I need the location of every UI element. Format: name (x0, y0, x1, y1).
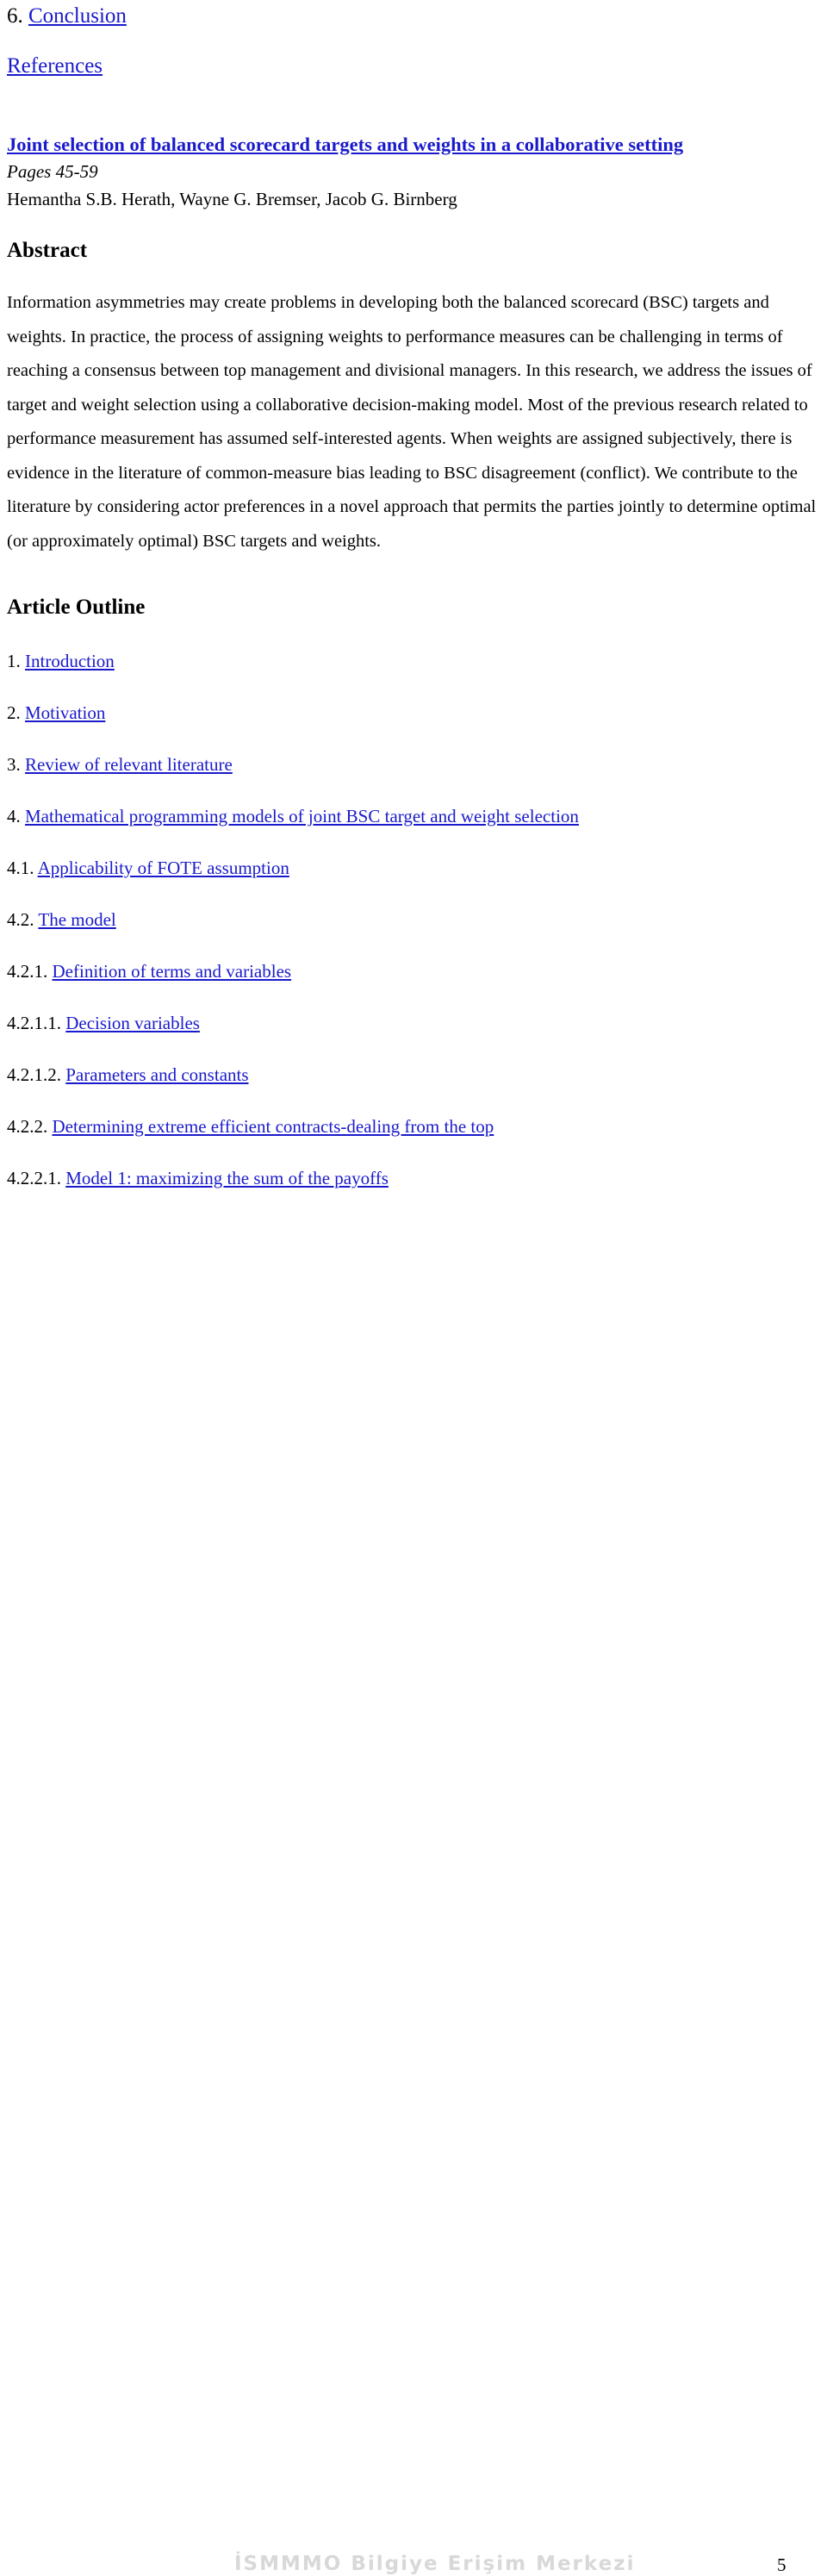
outline-item-label[interactable]: Applicability of FOTE assumption (38, 858, 289, 878)
abstract-text: Information asymmetries may create probl… (7, 293, 817, 551)
article-outline-heading: Article Outline (7, 596, 146, 619)
article-pages: Pages 45-59 (7, 161, 98, 182)
outline-item[interactable]: 4.2.1.2. Parameters and constants (7, 1063, 820, 1086)
outline-item-number: 3. (7, 754, 21, 775)
toc-entry-references[interactable]: References (7, 29, 820, 79)
article-authors: Hemantha S.B. Herath, Wayne G. Bremser, … (7, 189, 457, 209)
outline-item-number: 4.2.2.1. (7, 1168, 61, 1188)
toc-entry-label[interactable]: References (7, 54, 103, 78)
outline-item[interactable]: 3. Review of relevant literature (7, 753, 820, 776)
outline-item[interactable]: 4.2.1.1. Decision variables (7, 1012, 820, 1034)
outline-item-label[interactable]: Determining extreme efficient contracts-… (53, 1116, 494, 1137)
abstract-heading: Abstract (7, 239, 88, 262)
outline-item-number: 1. (7, 651, 21, 671)
outline-item-label[interactable]: Model 1: maximizing the sum of the payof… (65, 1168, 389, 1188)
outline-item[interactable]: 4.2.2. Determining extreme efficient con… (7, 1115, 820, 1138)
outline-item[interactable]: 4. Mathematical programming models of jo… (7, 805, 820, 827)
outline-item-label[interactable]: The model (38, 909, 115, 930)
outline-item-label[interactable]: Parameters and constants (65, 1064, 248, 1085)
outline-item-number: 2. (7, 702, 21, 723)
outline-item-label[interactable]: Mathematical programming models of joint… (25, 806, 579, 826)
outline-item[interactable]: 4.2. The model (7, 908, 820, 931)
outline-item-number: 4.2.1. (7, 961, 48, 982)
outline-item-number: 4.2. (7, 909, 34, 930)
document-page: 6. Conclusion References Joint selection… (0, 0, 827, 2575)
outline-item-label[interactable]: Review of relevant literature (25, 754, 233, 775)
page-content: 6. Conclusion References Joint selection… (7, 0, 820, 1189)
outline-item[interactable]: 1. Introduction (7, 650, 820, 672)
outline-item-number: 4.2.1.2. (7, 1064, 61, 1085)
outline-item-number: 4.1. (7, 858, 34, 878)
article-title[interactable]: Joint selection of balanced scorecard ta… (7, 133, 820, 157)
outline-item-number: 4.2.1.1. (7, 1013, 61, 1033)
outline-item-label[interactable]: Motivation (25, 702, 105, 723)
outline-item-number: 4. (7, 806, 21, 826)
article-title-link[interactable]: Joint selection of balanced scorecard ta… (7, 134, 683, 155)
page-footer: İSMMMO Bilgiye Erişim Merkezi 5 (0, 1274, 827, 2575)
outline-item[interactable]: 2. Motivation (7, 702, 820, 724)
outline-item-label[interactable]: Decision variables (65, 1013, 200, 1033)
page-number: 5 (777, 2554, 787, 2575)
toc-entry-conclusion[interactable]: 6. Conclusion (7, 0, 820, 29)
toc-entry-label[interactable]: Conclusion (28, 4, 127, 28)
article-outline-list: 1. Introduction 2. Motivation 3. Review … (7, 650, 820, 1189)
outline-item[interactable]: 4.2.2.1. Model 1: maximizing the sum of … (7, 1167, 820, 1189)
outline-item[interactable]: 4.2.1. Definition of terms and variables (7, 960, 820, 982)
outline-item[interactable]: 4.1. Applicability of FOTE assumption (7, 857, 820, 879)
outline-item-label[interactable]: Definition of terms and variables (53, 961, 292, 982)
outline-item-label[interactable]: Introduction (25, 651, 115, 671)
library-watermark: İSMMMO Bilgiye Erişim Merkezi (234, 2553, 636, 2575)
outline-item-number: 4.2.2. (7, 1116, 48, 1137)
toc-entry-number: 6. (7, 4, 23, 28)
